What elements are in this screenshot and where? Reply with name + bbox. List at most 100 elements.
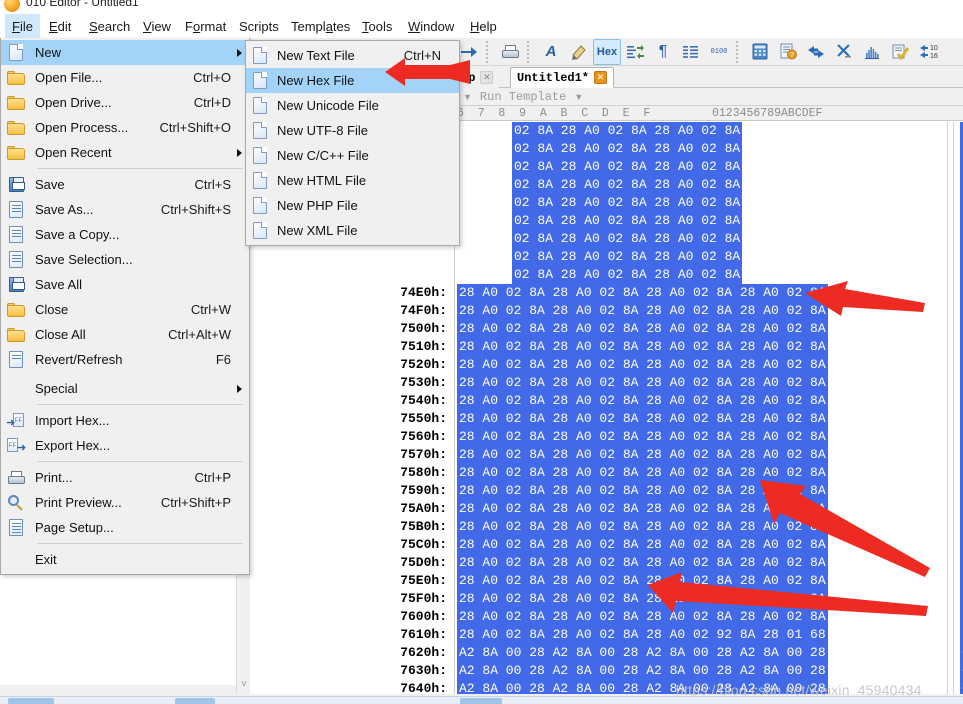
hex-row[interactable]: 7560h: 28 A0 02 8A 28 A0 02 8A 28 A0 02 8… [250,428,963,446]
hex-row-bytes[interactable]: 02 8A 28 A0 02 8A 28 A0 02 8A [512,158,743,176]
submenu-item-new-hex-file[interactable]: New Hex File [246,68,459,93]
hex-row-bytes[interactable]: 28 A0 02 8A 28 A0 02 8A 28 A0 02 8A 28 A… [457,482,828,500]
binary-view-icon[interactable]: 0100 [705,39,733,65]
hex-row-bytes[interactable]: 28 A0 02 8A 28 A0 02 8A 28 A0 02 8A 28 A… [457,392,828,410]
hex-row[interactable]: 7630h: A2 8A 00 28 A2 8A 00 28 A2 8A 00 2… [250,662,963,680]
taskbar-item-1[interactable] [8,698,54,704]
menu-format[interactable]: Format [178,14,233,38]
hex-row-bytes[interactable]: 28 A0 02 8A 28 A0 02 8A 28 A0 02 8A 28 A… [457,428,828,446]
hex-row[interactable]: 7530h: 28 A0 02 8A 28 A0 02 8A 28 A0 02 8… [250,374,963,392]
hex-row[interactable]: 7610h: 28 A0 02 8A 28 A0 02 8A 28 A0 02 9… [250,626,963,644]
hex-row-bytes[interactable]: 28 A0 02 8A 28 A0 02 8A 28 A0 02 92 8A 2… [457,626,828,644]
hex-row-bytes[interactable]: 28 A0 02 8A 28 A0 02 8A 28 A0 02 8A 28 A… [457,338,828,356]
pilcrow-icon[interactable]: ¶ [649,39,677,65]
hex-row-bytes[interactable]: 28 A0 02 8A 28 A0 02 8A 28 A0 02 8A 28 A… [457,320,828,338]
hex-row[interactable]: 75F0h: 28 A0 02 8A 28 A0 02 8A 28 A0 02 8… [250,590,963,608]
menu-item-save-selection[interactable]: Save Selection... [1,247,249,272]
menu-item-import-hex[interactable]: FF ➜ Import Hex... [1,408,249,433]
hex-row[interactable]: 75E0h: 28 A0 02 8A 28 A0 02 8A 28 A0 02 8… [250,572,963,590]
menu-search[interactable]: Search [82,14,137,38]
compare-icon[interactable] [802,39,830,65]
menu-item-print-preview[interactable]: Print Preview... Ctrl+Shift+P [1,490,249,515]
hex-view-icon[interactable]: Hex [593,38,621,65]
inspector-icon[interactable]: ? [774,39,802,65]
tab-untitled1[interactable]: Untitled1* ✕ [510,67,615,88]
hex-row[interactable]: 75D0h: 28 A0 02 8A 28 A0 02 8A 28 A0 02 8… [250,554,963,572]
hex-row-bytes[interactable]: 28 A0 02 8A 28 A0 02 8A 28 A0 02 8A 28 A… [457,446,828,464]
menu-item-special[interactable]: Special [1,376,249,401]
submenu-item-new-xml-file[interactable]: New XML File [246,218,459,243]
hex-row-bytes[interactable]: 02 8A 28 A0 02 8A 28 A0 02 8A [512,176,743,194]
hex-row[interactable]: 7550h: 28 A0 02 8A 28 A0 02 8A 28 A0 02 8… [250,410,963,428]
hex-row-bytes[interactable]: 02 8A 28 A0 02 8A 28 A0 02 8A [512,122,743,140]
submenu-item-new-html-file[interactable]: New HTML File [246,168,459,193]
calculator-icon[interactable] [746,39,774,65]
font-icon[interactable]: A [537,39,565,65]
tab-close-icon[interactable]: ✕ [594,71,608,84]
menu-item-save-a-copy[interactable]: Save a Copy... [1,222,249,247]
hex-row-bytes[interactable]: 02 8A 28 A0 02 8A 28 A0 02 8A [512,194,743,212]
menu-item-export-hex[interactable]: FF ➜ Export Hex... [1,433,249,458]
hex-row[interactable]: 74F0h: 28 A0 02 8A 28 A0 02 8A 28 A0 02 8… [250,302,963,320]
hex-row[interactable]: 75B0h: 28 A0 02 8A 28 A0 02 8A 28 A0 02 8… [250,518,963,536]
linefeed-icon[interactable] [621,39,649,65]
hex-row[interactable]: 7620h: A2 8A 00 28 A2 8A 00 28 A2 8A 00 2… [250,644,963,662]
column-mode-icon[interactable] [677,39,705,65]
taskbar-item-3[interactable] [460,698,502,704]
hex-row-bytes[interactable]: 28 A0 02 8A 28 A0 02 8A 28 A0 02 8A 28 A… [457,410,828,428]
menu-item-open-recent[interactable]: Open Recent [1,140,249,165]
menu-item-save-all[interactable]: Save All [1,272,249,297]
hex-row-bytes[interactable]: 28 A0 02 8A 28 A0 02 8A 28 A0 02 8A 28 A… [457,536,828,554]
hex-row-bytes[interactable]: 28 A0 02 8A 28 A0 02 8A 28 A0 02 8A 28 A… [457,374,828,392]
menu-item-save[interactable]: Save Ctrl+S [1,172,249,197]
menu-item-save-as[interactable]: Save As... Ctrl+Shift+S [1,197,249,222]
hex-row-bytes[interactable]: 28 A0 02 8A 28 A0 02 8A 28 A0 02 8A 28 A… [457,302,828,320]
hex-row-bytes[interactable]: 28 A0 02 8A 28 A0 02 8A 28 A0 02 8A 28 A… [457,554,828,572]
menu-view[interactable]: View [136,14,178,38]
hex-row-bytes[interactable]: 02 8A 28 A0 02 8A 28 A0 02 8A [512,248,743,266]
highlighter-icon[interactable] [565,39,593,65]
hex-row-bytes[interactable]: 28 A0 02 8A 28 A0 02 8A 28 A0 02 8A 28 A… [457,590,828,608]
hex-row-bytes[interactable]: 28 A0 02 8A 28 A0 02 8A 28 A0 02 8A 28 A… [457,464,828,482]
hex-row[interactable]: 7600h: 28 A0 02 8A 28 A0 02 8A 28 A0 02 8… [250,608,963,626]
scroll-down-icon[interactable]: ˅ [237,679,251,690]
hex-row-bytes[interactable]: 28 A0 02 8A 28 A0 02 8A 28 A0 02 8A 28 A… [457,518,828,536]
hex-row[interactable]: 02 8A 28 A0 02 8A 28 A0 02 8A( .Š( .Š( .… [250,248,963,266]
tab-ip[interactable]: ip ✕ [455,67,500,88]
menu-item-revert-refresh[interactable]: Revert/Refresh F6 [1,347,249,372]
hex-row-bytes[interactable]: 02 8A 28 A0 02 8A 28 A0 02 8A [512,266,743,284]
menu-item-page-setup[interactable]: Page Setup... [1,515,249,540]
hex-row[interactable]: 7500h: 28 A0 02 8A 28 A0 02 8A 28 A0 02 8… [250,320,963,338]
taskbar-item-2[interactable] [175,698,215,704]
submenu-item-new-text-file[interactable]: New Text File Ctrl+N [246,43,459,68]
submenu-item-new-c-cpp-file[interactable]: New C/C++ File [246,143,459,168]
new-submenu-dropdown[interactable]: New Text File Ctrl+N New Hex File New Un… [245,40,460,246]
submenu-item-new-php-file[interactable]: New PHP File [246,193,459,218]
hex-row[interactable]: 7570h: 28 A0 02 8A 28 A0 02 8A 28 A0 02 8… [250,446,963,464]
menu-item-new[interactable]: New [1,40,249,65]
hex-row-bytes[interactable]: 02 8A 28 A0 02 8A 28 A0 02 8A [512,212,743,230]
chevron-down-icon[interactable]: ▼ [566,92,591,102]
print-icon[interactable] [496,39,524,65]
menu-item-close-all[interactable]: Close All Ctrl+Alt+W [1,322,249,347]
hex-row-bytes[interactable]: 28 A0 02 8A 28 A0 02 8A 28 A0 02 8A 28 A… [457,284,828,302]
submenu-item-new-unicode-file[interactable]: New Unicode File [246,93,459,118]
tab-close-icon[interactable]: ✕ [480,71,494,84]
menu-item-open-drive[interactable]: Open Drive... Ctrl+D [1,90,249,115]
hex-row[interactable]: 7540h: 28 A0 02 8A 28 A0 02 8A 28 A0 02 8… [250,392,963,410]
run-template-label[interactable]: Run Template [480,90,566,104]
hex-row-bytes[interactable]: A2 8A 00 28 A2 8A 00 28 A2 8A 00 28 A2 8… [457,644,828,662]
menu-scripts[interactable]: Scripts [232,14,286,38]
hex-row-bytes[interactable]: 02 8A 28 A0 02 8A 28 A0 02 8A [512,230,743,248]
menu-item-close[interactable]: Close Ctrl+W [1,297,249,322]
menu-window[interactable]: Window [401,14,461,38]
hex-row[interactable]: 7510h: 28 A0 02 8A 28 A0 02 8A 28 A0 02 8… [250,338,963,356]
hex-row[interactable]: 74E0h: 28 A0 02 8A 28 A0 02 8A 28 A0 02 8… [250,284,963,302]
menu-templates[interactable]: Templates [284,14,357,38]
menu-item-print[interactable]: Print... Ctrl+P [1,465,249,490]
hex-row-bytes[interactable]: 28 A0 02 8A 28 A0 02 8A 28 A0 02 8A 28 A… [457,572,828,590]
hex-row[interactable]: 7590h: 28 A0 02 8A 28 A0 02 8A 28 A0 02 8… [250,482,963,500]
hex-row-bytes[interactable]: 02 8A 28 A0 02 8A 28 A0 02 8A [512,140,743,158]
hex-row[interactable]: 75C0h: 28 A0 02 8A 28 A0 02 8A 28 A0 02 8… [250,536,963,554]
menu-help[interactable]: Help [463,14,504,38]
